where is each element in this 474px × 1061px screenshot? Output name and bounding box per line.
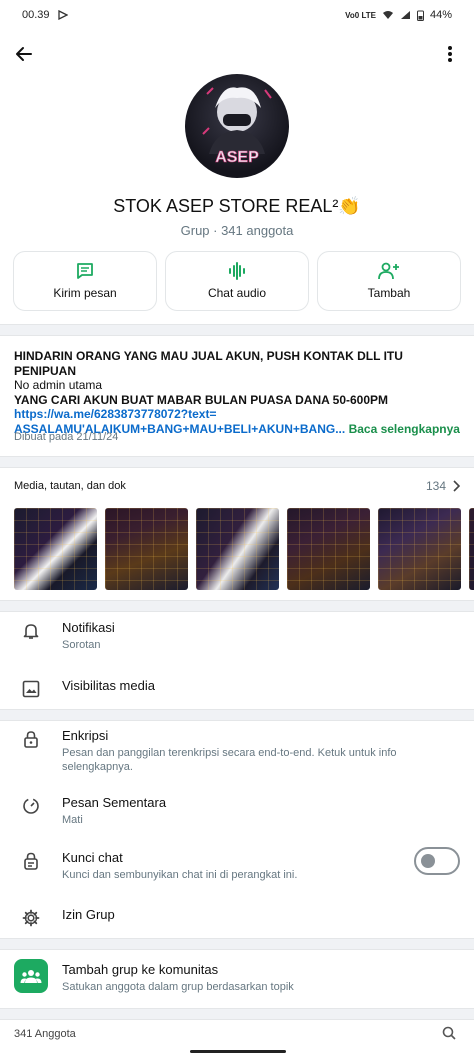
members-count-label: 341 Anggota: [14, 1028, 76, 1040]
gear-icon: [22, 909, 40, 927]
avatar-artwork: ASEP: [202, 87, 272, 166]
add-person-icon: [378, 262, 399, 280]
media-visibility-row[interactable]: Visibilitas media: [0, 678, 474, 698]
media-thumbnail[interactable]: [287, 508, 370, 590]
timer-icon: [23, 798, 39, 814]
community-title: Tambah grup ke komunitas: [62, 962, 219, 977]
back-button[interactable]: [10, 40, 38, 68]
chat-lock-row[interactable]: Kunci chat Kunci dan sembunyikan chat in…: [0, 850, 474, 882]
disappearing-messages-row[interactable]: Pesan Sementara Mati: [0, 795, 474, 827]
notifications-subtitle: Sorotan: [62, 639, 101, 651]
media-thumbnail[interactable]: [196, 508, 279, 590]
send-message-label: Kirim pesan: [53, 286, 117, 300]
battery-icon: [416, 10, 424, 21]
battery-percent: 44%: [429, 9, 452, 21]
media-thumbnail[interactable]: [378, 508, 461, 590]
encryption-title: Enkripsi: [62, 728, 109, 743]
message-icon: [77, 263, 93, 279]
chat-lock-title: Kunci chat: [62, 850, 123, 865]
group-permissions-title: Izin Grup: [62, 907, 115, 922]
media-visibility-title: Visibilitas media: [62, 678, 155, 693]
audio-chat-button[interactable]: Chat audio: [165, 251, 309, 311]
section-divider: [0, 600, 474, 612]
toggle-knob: [421, 854, 435, 868]
search-icon: [442, 1026, 456, 1040]
home-indicator: [190, 1050, 286, 1053]
encryption-row[interactable]: Enkripsi Pesan dan panggilan terenkripsi…: [0, 728, 474, 774]
media-thumbnail[interactable]: [105, 508, 188, 590]
media-title: Media, tautan, dan dok: [14, 480, 126, 492]
send-message-button[interactable]: Kirim pesan: [13, 251, 157, 311]
section-divider: [0, 709, 474, 721]
status-bar: 00.39 Vo0 LTE 44%: [0, 0, 474, 30]
description-line-2: No admin utama: [14, 378, 103, 392]
group-description[interactable]: HINDARIN ORANG YANG MAU JUAL AKUN, PUSH …: [14, 349, 460, 436]
more-options-button[interactable]: [436, 40, 464, 68]
top-bar: [0, 36, 474, 72]
member-search-button[interactable]: [442, 1026, 456, 1045]
audio-wave-icon: [229, 262, 245, 280]
group-permissions-row[interactable]: Izin Grup: [0, 907, 474, 927]
media-count: 134: [425, 479, 446, 493]
media-header[interactable]: Media, tautan, dan dok 134: [14, 479, 460, 493]
chevron-right-icon: [453, 480, 460, 492]
kebab-menu-icon: [448, 46, 452, 62]
add-member-button[interactable]: Tambah: [317, 251, 461, 311]
encryption-subtitle: Pesan dan panggilan terenkripsi secara e…: [62, 747, 397, 773]
group-member-count: Grup · 341 anggota: [180, 223, 294, 238]
description-line-3: YANG CARI AKUN BUAT MABAR BULAN PUASA DA…: [14, 392, 389, 407]
media-thumbnail[interactable]: [14, 508, 97, 590]
disappearing-subtitle: Mati: [62, 814, 83, 826]
community-icon: [14, 959, 48, 993]
section-divider: [0, 324, 474, 336]
section-divider: [0, 1008, 474, 1020]
chat-lock-subtitle: Kunci dan sembunyikan chat ini di perang…: [62, 869, 298, 881]
chat-lock-toggle[interactable]: [414, 847, 460, 875]
description-link[interactable]: https://wa.me/6283873778072?text=: [14, 407, 460, 422]
media-thumbnails: [14, 508, 474, 590]
play-store-icon: [57, 10, 68, 20]
image-icon: [22, 680, 40, 698]
bell-icon: [23, 624, 39, 639]
section-divider: [0, 456, 474, 468]
media-thumbnail[interactable]: [469, 508, 474, 590]
read-more-link[interactable]: Baca selengkapnya: [349, 422, 460, 436]
avatar-text: ASEP: [215, 149, 259, 166]
wifi-icon: [382, 11, 393, 19]
description-line-1: HINDARIN ORANG YANG MAU JUAL AKUN, PUSH …: [14, 349, 403, 378]
signal-icon: [400, 11, 410, 19]
audio-chat-label: Chat audio: [207, 286, 267, 300]
group-avatar[interactable]: ASEP: [185, 74, 289, 178]
disappearing-title: Pesan Sementara: [62, 795, 167, 810]
notifications-title: Notifikasi: [62, 620, 115, 635]
action-buttons: Kirim pesan Chat audio Tambah: [13, 251, 461, 311]
lock-icon: [24, 731, 38, 748]
created-date: Dibuat pada 21/11/24: [14, 431, 119, 443]
group-name[interactable]: STOK ASEP STORE REAL²👏: [0, 196, 474, 217]
back-arrow-icon: [16, 47, 32, 61]
section-divider: [0, 938, 474, 950]
chat-lock-icon: [24, 852, 38, 870]
status-time: 00.39: [22, 9, 50, 21]
community-subtitle: Satukan anggota dalam grup berdasarkan t…: [62, 981, 294, 993]
add-to-community-row[interactable]: Tambah grup ke komunitas Satukan anggota…: [0, 959, 474, 994]
notifications-row[interactable]: Notifikasi Sorotan: [0, 620, 474, 652]
network-label: Vo0 LTE: [345, 10, 376, 20]
add-member-label: Tambah: [367, 286, 411, 300]
